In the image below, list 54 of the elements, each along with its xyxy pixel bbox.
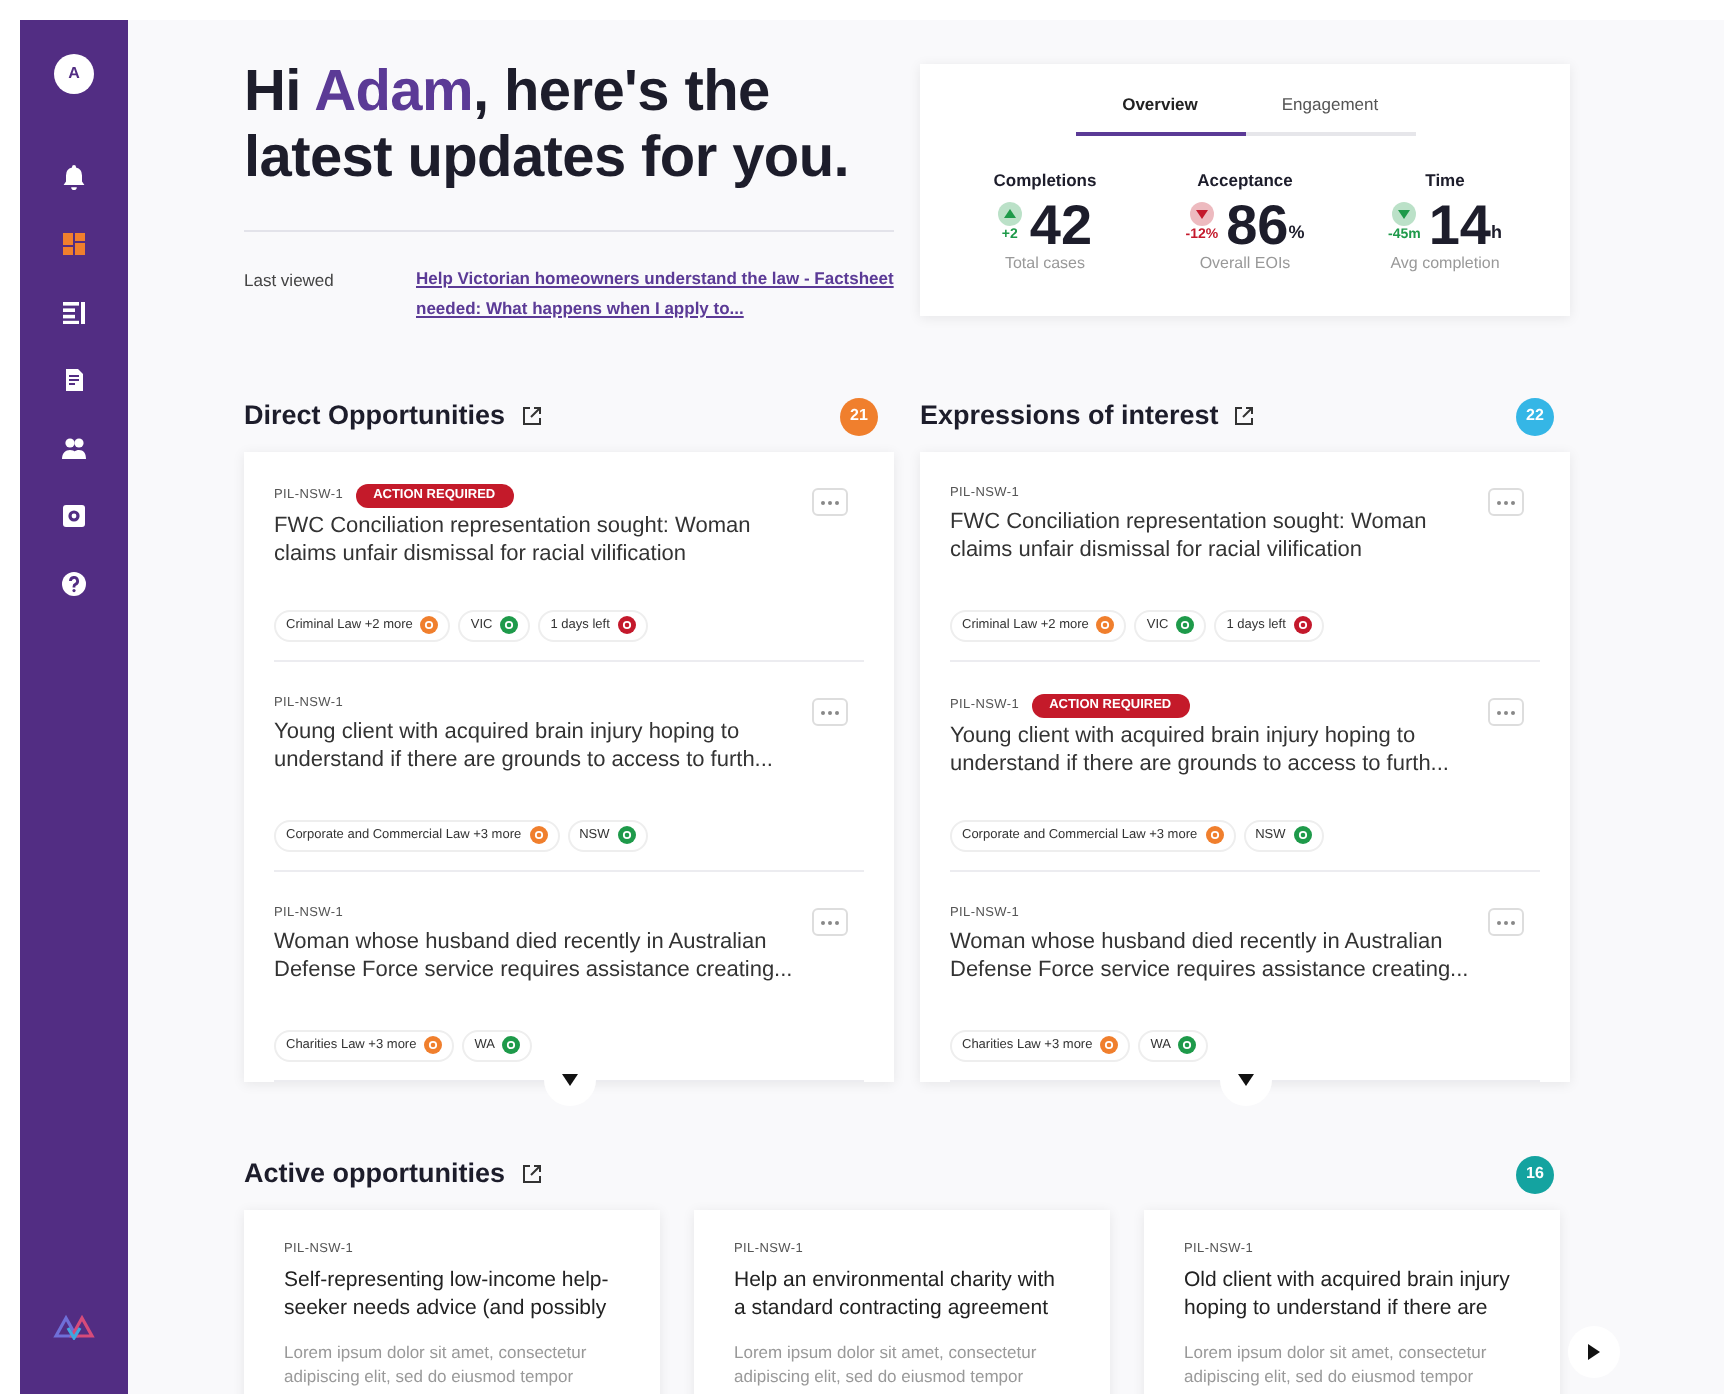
section-title: Active opportunities — [244, 1155, 506, 1192]
more-button[interactable] — [1488, 908, 1524, 936]
last-viewed-label: Last viewed — [244, 268, 336, 294]
more-icon — [1496, 919, 1516, 925]
caret-down-icon — [1237, 1074, 1253, 1086]
section-title: Direct Opportunities — [244, 397, 506, 434]
more-button[interactable] — [1488, 488, 1524, 516]
stat-caption: Avg completion — [1388, 251, 1502, 275]
opportunity-title[interactable]: Young client with acquired brain injury hoping to understand if there are grounds to access to furth... — [950, 721, 1474, 778]
external-link-icon[interactable] — [521, 406, 542, 426]
stat-value: 86 — [1226, 195, 1289, 255]
more-icon — [1496, 709, 1516, 715]
section-title: Expressions of interest — [920, 397, 1219, 434]
more-button[interactable] — [812, 698, 848, 726]
caret-down-icon — [561, 1074, 577, 1086]
greeting-heading: Hi Adam, here's the latest updates for you. — [244, 60, 851, 192]
count-badge: 16 — [1516, 1155, 1554, 1193]
more-button[interactable] — [1488, 698, 1524, 726]
more-button[interactable] — [812, 908, 848, 936]
stat-unit: h — [1491, 220, 1502, 246]
last-viewed-link[interactable]: Help Victorian homeowners understand the law - Factsheet needed: What happens when I apply to... — [416, 264, 894, 324]
opportunity-title[interactable]: FWC Conciliation representation sought: Woman claims unfair dismissal for racial vilification — [950, 507, 1474, 564]
more-icon — [820, 919, 840, 925]
opportunity-title[interactable]: Old client with acquired brain injury hoping to understand if there are — [1184, 1265, 1520, 1322]
stat-label: Acceptance — [1195, 167, 1295, 193]
description-text: Lorem ipsum dolor sit amet, consectetur adipiscing elit, sed do eiusmod tempor — [734, 1339, 1039, 1388]
opportunity-title[interactable]: Help an environmental charity with a standard contracting agreement — [734, 1265, 1070, 1322]
stat-value: 14 — [1428, 195, 1491, 255]
opportunity-title[interactable]: Young client with acquired brain injury hoping to understand if there are grounds to access to furth... — [274, 717, 798, 774]
stat-unit: % — [1288, 220, 1305, 246]
avatar[interactable]: A — [54, 54, 94, 94]
more-button[interactable] — [812, 488, 848, 516]
count-badge: 22 — [1516, 397, 1554, 435]
external-link-icon[interactable] — [521, 1164, 542, 1184]
stat-label: Time — [1423, 167, 1467, 193]
opportunity-title[interactable]: Woman whose husband died recently in Australian Defense Force service requires assistance creating... — [950, 927, 1474, 984]
opportunity-title[interactable]: Woman whose husband died recently in Australian Defense Force service requires assistance creating... — [274, 927, 798, 984]
count-badge: 21 — [840, 397, 878, 435]
next-button[interactable] — [1568, 1326, 1620, 1378]
opportunity-title[interactable]: Self-representing low-income help-seeker needs advice (and possibly — [284, 1265, 620, 1322]
stat-caption: Total cases — [1002, 251, 1088, 275]
stat-label: Completions — [991, 167, 1099, 193]
stats-tab[interactable]: Engagement — [1245, 88, 1415, 136]
more-icon — [820, 709, 840, 715]
caret-right-icon — [1588, 1344, 1600, 1360]
more-icon — [820, 499, 840, 505]
description-text: Lorem ipsum dolor sit amet, consectetur adipiscing elit, sed do eiusmod tempor — [1184, 1339, 1489, 1388]
more-icon — [1496, 499, 1516, 505]
opportunity-title[interactable]: FWC Conciliation representation sought: Woman claims unfair dismissal for racial vilification — [274, 511, 798, 568]
stats-tab[interactable]: Overview — [1075, 88, 1245, 136]
stat-value: 42 — [1029, 195, 1093, 255]
stat-caption: Overall EOIs — [1197, 251, 1293, 275]
external-link-icon[interactable] — [1234, 406, 1255, 426]
description-text: Lorem ipsum dolor sit amet, consectetur adipiscing elit, sed do eiusmod tempor — [284, 1339, 589, 1388]
